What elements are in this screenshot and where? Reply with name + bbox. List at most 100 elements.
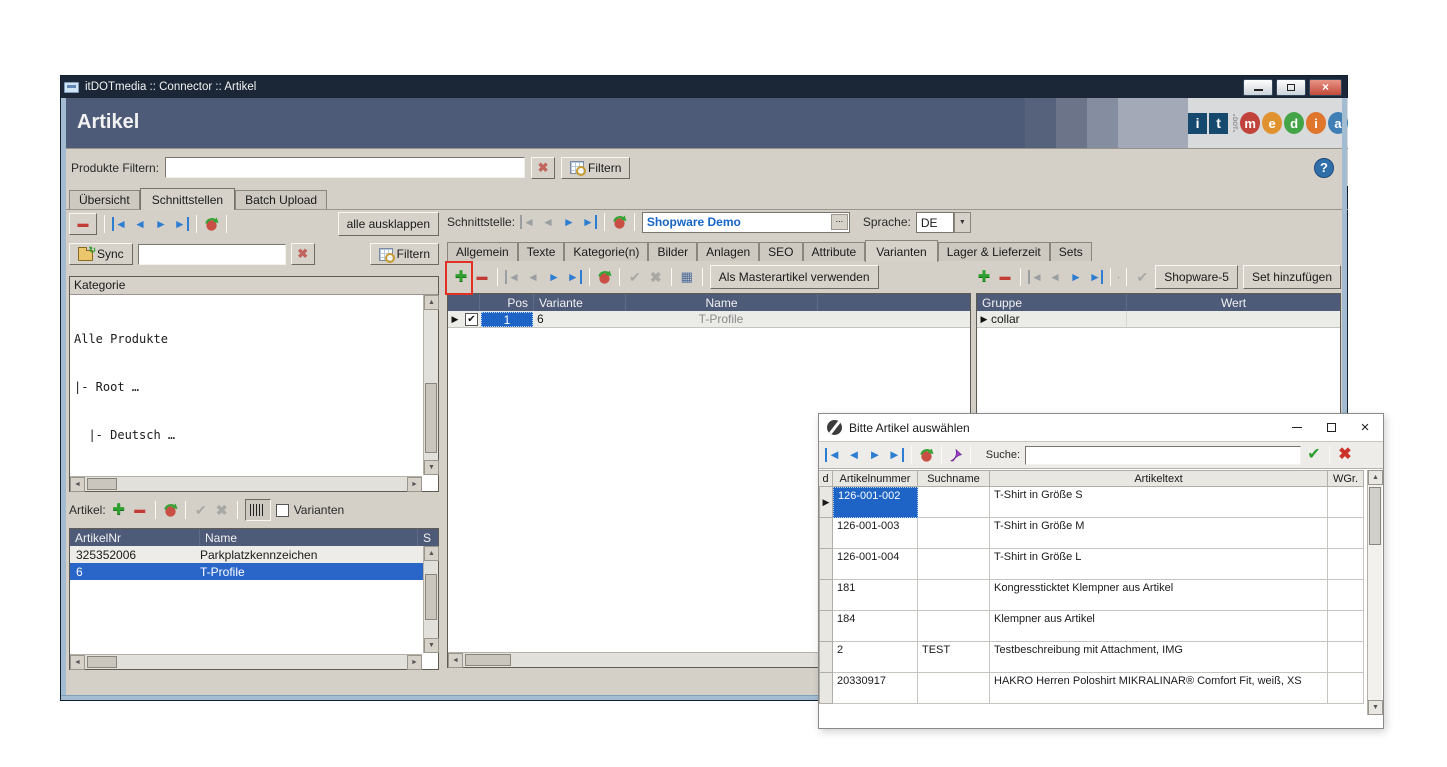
set-hinzufuegen-button[interactable]: Set hinzufügen: [1243, 265, 1341, 289]
scroll-down-icon[interactable]: ▼: [424, 460, 439, 475]
sync-button[interactable]: Sync: [69, 243, 133, 265]
schnittstelle-field[interactable]: Shopware Demo ...: [642, 212, 850, 233]
set-first-button[interactable]: ◄: [1028, 270, 1042, 284]
column-gruppe[interactable]: Gruppe: [977, 294, 1127, 311]
tree-item[interactable]: |- Root …: [74, 379, 421, 395]
filtern-button[interactable]: Filtern: [561, 157, 630, 179]
column-artikeltext[interactable]: Artikeltext: [990, 470, 1328, 487]
schnittstelle-next-button[interactable]: ►: [561, 215, 577, 229]
refresh-icon[interactable]: [163, 503, 178, 518]
variante-row[interactable]: ▶ ✔ 1 6 T-Profile: [448, 311, 970, 328]
schnittstelle-last-button[interactable]: ►: [582, 215, 597, 229]
dialog-row[interactable]: 126-001-003 T-Shirt in Größe M: [819, 518, 1383, 549]
minimize-button[interactable]: [1243, 79, 1273, 96]
refresh-icon[interactable]: [204, 217, 219, 232]
help-button[interactable]: ?: [1314, 158, 1334, 178]
column-extra[interactable]: S: [418, 529, 438, 546]
dialog-row-selected[interactable]: ▶ 126-001-002 T-Shirt in Größe S: [819, 487, 1383, 518]
refresh-icon[interactable]: [612, 215, 627, 230]
tab-schnittstellen[interactable]: Schnittstellen: [140, 188, 235, 210]
tab-varianten[interactable]: Varianten: [865, 240, 937, 262]
tab-sets[interactable]: Sets: [1050, 242, 1092, 261]
kategorie-hscrollbar[interactable]: ◄ ►: [70, 476, 422, 491]
scroll-left-icon[interactable]: ◄: [70, 655, 85, 670]
column-name[interactable]: Name: [200, 529, 418, 546]
tree-item[interactable]: |- Deutsch …: [74, 427, 421, 443]
barcode-button[interactable]: [245, 499, 271, 521]
dialog-close-button[interactable]: ×: [1348, 415, 1382, 440]
nav-prev-button[interactable]: ◄: [132, 217, 148, 231]
tab-lager-lieferzeit[interactable]: Lager & Lieferzeit: [938, 242, 1050, 261]
purple-arrow-icon[interactable]: [949, 448, 963, 462]
refresh-icon[interactable]: [597, 270, 612, 285]
set-last-button[interactable]: ►: [1089, 270, 1103, 284]
add-artikel-button[interactable]: ✚: [111, 503, 127, 517]
set-row[interactable]: ▶ collar: [977, 311, 1340, 328]
tab-uebersicht[interactable]: Übersicht: [69, 190, 140, 209]
close-button[interactable]: ×: [1309, 79, 1342, 96]
column-pos[interactable]: Pos: [480, 294, 534, 311]
column-artikelnr[interactable]: ArtikelNr: [70, 529, 200, 546]
column-name[interactable]: Name: [626, 294, 818, 311]
scroll-right-icon[interactable]: ►: [407, 655, 422, 670]
column-d[interactable]: d: [819, 470, 833, 487]
column-wgr[interactable]: WGr.: [1328, 470, 1364, 487]
variante-prev-button[interactable]: ◄: [525, 270, 541, 284]
scroll-thumb[interactable]: [87, 656, 117, 668]
set-prev-button[interactable]: ◄: [1047, 270, 1063, 284]
set-next-button[interactable]: ►: [1068, 270, 1084, 284]
table-view-icon[interactable]: ▦: [679, 270, 695, 284]
clear-filter-button[interactable]: ✖: [531, 157, 555, 179]
dialog-row[interactable]: 20330917 HAKRO Herren Poloshirt MIKRALIN…: [819, 673, 1383, 704]
scroll-up-icon[interactable]: ▲: [424, 546, 439, 561]
nav-first-button[interactable]: ◄: [112, 217, 127, 231]
confirm-icon[interactable]: ✔: [1134, 270, 1150, 284]
scroll-right-icon[interactable]: ►: [407, 477, 422, 492]
name-cell[interactable]: T-Profile: [625, 312, 817, 326]
column-suchname[interactable]: Suchname: [918, 470, 990, 487]
category-filtern-button[interactable]: Filtern: [370, 243, 439, 265]
column-wert[interactable]: Wert: [1127, 294, 1340, 311]
dialog-minimize-button[interactable]: [1280, 415, 1314, 440]
dialog-first-button[interactable]: ◄: [825, 448, 841, 462]
artikel-vscrollbar[interactable]: ▲ ▼: [423, 546, 438, 653]
scroll-up-icon[interactable]: ▲: [424, 295, 439, 310]
pos-cell[interactable]: 1: [481, 312, 533, 327]
tab-seo[interactable]: SEO: [759, 242, 802, 261]
tab-batch-upload[interactable]: Batch Upload: [235, 190, 327, 209]
sprache-select[interactable]: DE ▼: [916, 212, 971, 233]
artikel-hscrollbar[interactable]: ◄ ►: [70, 654, 422, 669]
dialog-vscrollbar[interactable]: ▲ ▼: [1367, 470, 1382, 715]
clear-category-filter-button[interactable]: ✖: [291, 243, 315, 265]
dialog-row[interactable]: 126-001-004 T-Shirt in Größe L: [819, 549, 1383, 580]
dialog-last-button[interactable]: ►: [888, 448, 904, 462]
refresh-icon[interactable]: [919, 448, 934, 463]
table-row[interactable]: 325352006 Parkplatzkennzeichen: [70, 546, 438, 563]
scroll-thumb[interactable]: [425, 383, 437, 453]
tab-attribute[interactable]: Attribute: [803, 242, 866, 261]
tab-allgemein[interactable]: Allgemein: [447, 242, 518, 261]
kategorie-vscrollbar[interactable]: ▲ ▼: [423, 295, 438, 475]
schnittstelle-prev-button[interactable]: ◄: [540, 215, 556, 229]
remove-category-button[interactable]: ▬: [69, 213, 97, 235]
dialog-next-button[interactable]: ►: [867, 448, 883, 462]
scroll-down-icon[interactable]: ▼: [1368, 700, 1383, 715]
dialog-prev-button[interactable]: ◄: [846, 448, 862, 462]
remove-artikel-button[interactable]: ▬: [132, 503, 148, 517]
scroll-thumb[interactable]: [425, 574, 437, 620]
remove-set-button[interactable]: ▬: [997, 270, 1013, 284]
column-artikelnummer[interactable]: Artikelnummer: [833, 470, 918, 487]
add-variante-button[interactable]: ✚: [453, 270, 469, 284]
masterartikel-button[interactable]: Als Masterartikel verwenden: [710, 265, 879, 289]
variante-next-button[interactable]: ►: [546, 270, 562, 284]
nav-next-button[interactable]: ►: [153, 217, 169, 231]
discard-icon[interactable]: ✖: [648, 270, 664, 284]
suche-input[interactable]: [1025, 446, 1301, 465]
dropdown-icon[interactable]: ▼: [954, 212, 971, 233]
tab-anlagen[interactable]: Anlagen: [697, 242, 759, 261]
dialog-row[interactable]: 184 Klempner aus Artikel: [819, 611, 1383, 642]
browse-button[interactable]: ...: [831, 214, 848, 230]
variante-first-button[interactable]: ◄: [505, 270, 520, 284]
refresh-icon[interactable]: [1118, 270, 1119, 285]
dialog-cancel-button[interactable]: ✖: [1337, 448, 1353, 462]
